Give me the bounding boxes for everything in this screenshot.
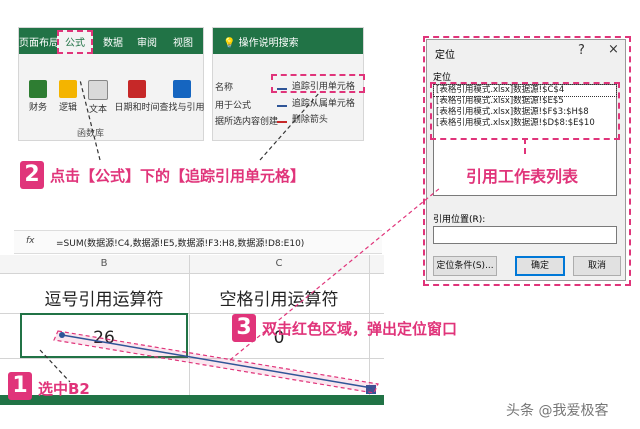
step-3-text: 双击红色区域，弹出定位窗口 bbox=[262, 320, 458, 338]
step-3-badge: 3 bbox=[232, 314, 256, 342]
step-1-badge: 1 bbox=[8, 372, 32, 400]
tracer-arrow bbox=[39, 79, 441, 394]
tracer-dot bbox=[59, 332, 65, 338]
pointer-to-trace bbox=[259, 91, 321, 161]
watermark: 头条 @我爱极客 bbox=[506, 403, 609, 419]
tracer-line bbox=[61, 334, 373, 389]
step-1-text: 选中B2 bbox=[38, 380, 90, 398]
pointer-to-tab bbox=[79, 79, 101, 161]
